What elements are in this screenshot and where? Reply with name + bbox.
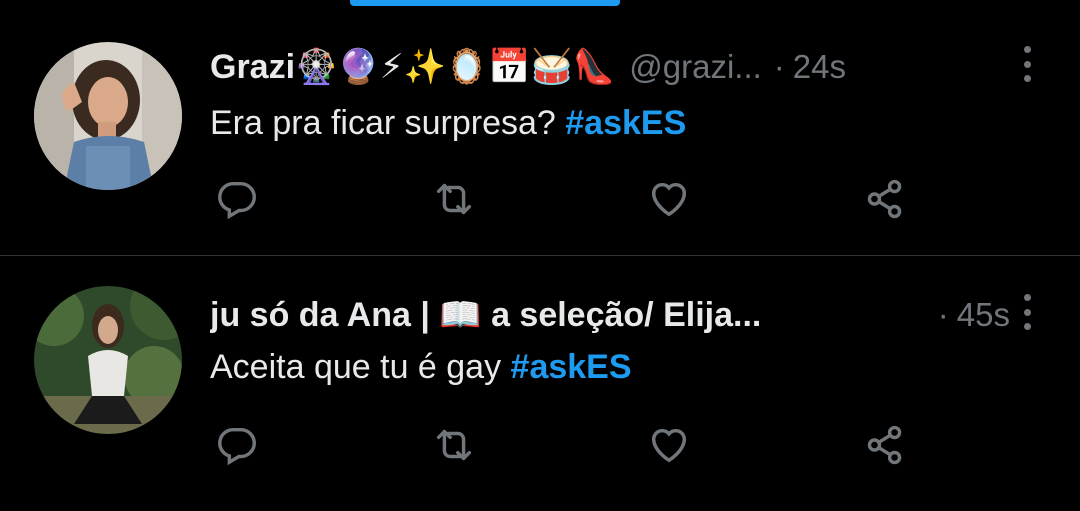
tweet-header: ju só da Ana | 📖 a seleção/ Elija... · 4… <box>210 290 1010 340</box>
hashtag-link[interactable]: #askES <box>511 348 632 386</box>
tweet-body: Aceita que tu é gay <box>210 348 511 386</box>
retweet-icon[interactable] <box>431 176 477 222</box>
author-handle[interactable]: @grazi... <box>629 48 762 86</box>
comment-icon[interactable] <box>214 422 260 468</box>
tweet-header: Grazi🎡🔮⚡✨🪞📅🥁👠 @grazi... · 24s <box>210 42 1010 92</box>
share-icon[interactable] <box>862 422 908 468</box>
share-icon[interactable] <box>862 176 908 222</box>
heart-icon[interactable] <box>646 422 692 468</box>
avatar[interactable] <box>34 286 182 434</box>
separator-dot: · <box>773 48 785 85</box>
tweet[interactable]: Grazi🎡🔮⚡✨🪞📅🥁👠 @grazi... · 24s Era pra fi… <box>0 0 1080 256</box>
author-name[interactable]: ju só da Ana | 📖 a seleção/ Elija... <box>210 295 761 335</box>
more-vertical-icon[interactable] <box>1022 46 1032 82</box>
heart-icon[interactable] <box>646 176 692 222</box>
hashtag-link[interactable]: #askES <box>565 104 686 142</box>
tweet-actions <box>210 176 930 226</box>
retweet-icon[interactable] <box>431 422 477 468</box>
tweet-body: Era pra ficar surpresa? <box>210 104 566 142</box>
timestamp[interactable]: 45s <box>957 296 1010 334</box>
tweet-text: Era pra ficar surpresa? #askES <box>210 104 686 143</box>
avatar[interactable] <box>34 42 182 190</box>
author-name[interactable]: Grazi🎡🔮⚡✨🪞📅🥁👠 <box>210 47 615 87</box>
more-vertical-icon[interactable] <box>1022 294 1032 330</box>
timestamp[interactable]: 24s <box>793 48 846 86</box>
tweet-text: Aceita que tu é gay #askES <box>210 348 632 387</box>
tweet[interactable]: ju só da Ana | 📖 a seleção/ Elija... · 4… <box>0 256 1080 511</box>
tweet-actions <box>210 422 930 472</box>
separator-dot: · <box>937 296 949 333</box>
comment-icon[interactable] <box>214 176 260 222</box>
